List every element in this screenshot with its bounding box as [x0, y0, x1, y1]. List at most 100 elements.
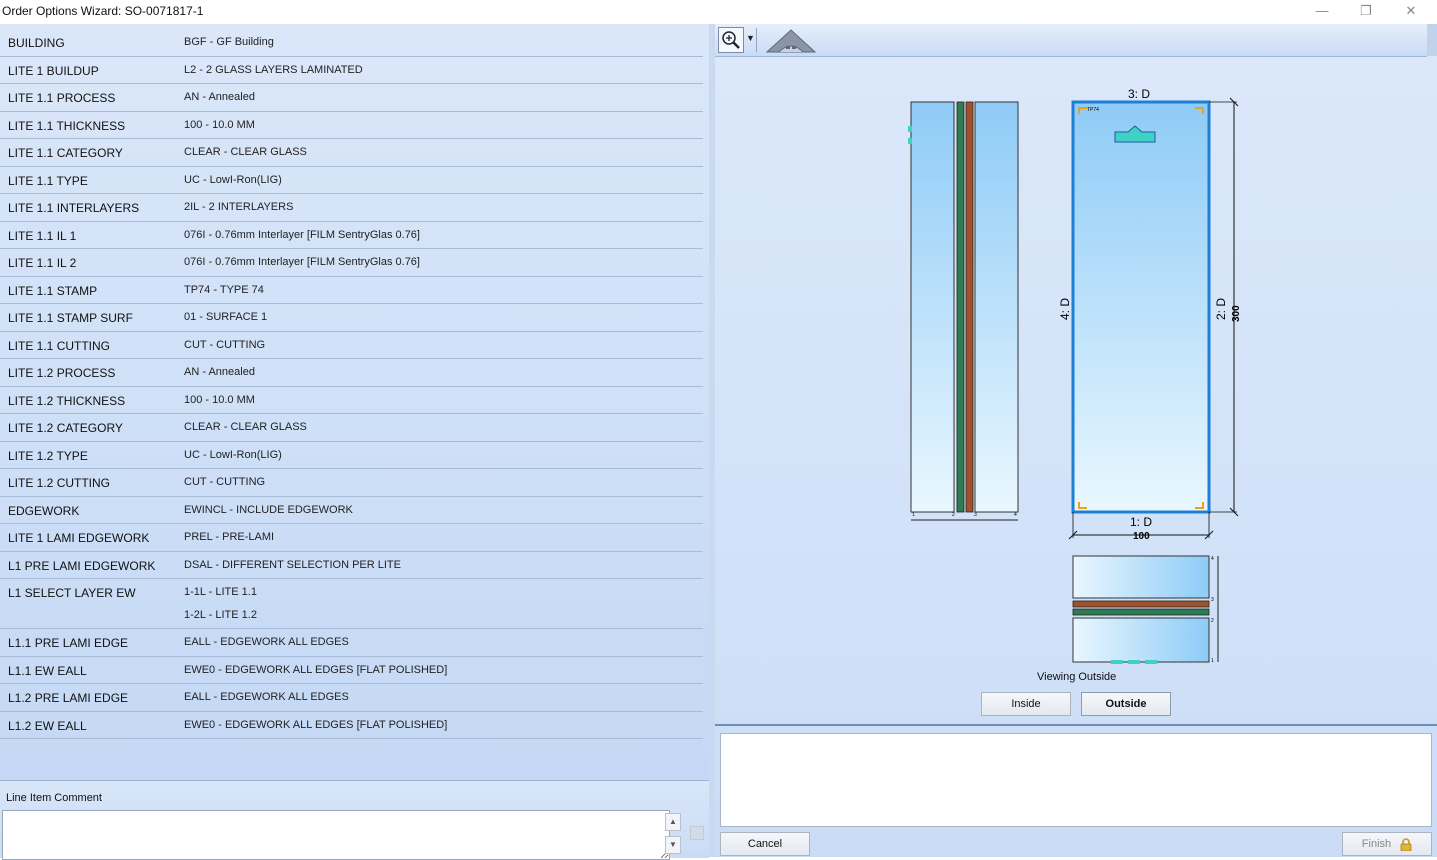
option-value[interactable]: EWE0 - EDGEWORK ALL EDGES [FLAT POLISHED…: [184, 664, 447, 676]
option-value[interactable]: TP74 - TYPE 74: [184, 284, 264, 296]
option-row[interactable]: LITE 1 LAMI EDGEWORK PREL - PRE-LAMI: [0, 523, 703, 552]
option-value[interactable]: BGF - GF Building: [184, 36, 274, 48]
option-row[interactable]: LITE 1.1 CATEGORY CLEAR - CLEAR GLASS: [0, 138, 703, 167]
option-row[interactable]: LITE 1.2 CATEGORY CLEAR - CLEAR GLASS: [0, 413, 703, 442]
front-view: TP74 3: D 1: D 4: D 2: D 300 100: [1058, 87, 1242, 542]
option-value[interactable]: EWE0 - EDGEWORK ALL EDGES [FLAT POLISHED…: [184, 719, 447, 731]
close-button[interactable]: ✕: [1388, 0, 1434, 24]
option-key: L1.2 EW EALL: [8, 718, 87, 733]
side-label-2: 2: [952, 512, 955, 518]
zoom-in-icon: [722, 31, 740, 49]
option-value[interactable]: CUT - CUTTING: [184, 339, 265, 351]
top-label-3: 3: [1211, 597, 1214, 603]
finish-button[interactable]: Finish: [1342, 832, 1432, 856]
option-key: L1.1 EW EALL: [8, 663, 87, 678]
option-row[interactable]: LITE 1.1 PROCESS AN - Annealed: [0, 83, 703, 112]
option-value[interactable]: 100 - 10.0 MM: [184, 119, 255, 131]
option-value[interactable]: 01 - SURFACE 1: [184, 311, 267, 323]
option-key: LITE 1.2 PROCESS: [8, 366, 116, 380]
option-row[interactable]: EDGEWORK EWINCL - INCLUDE EDGEWORK: [0, 496, 703, 524]
edge-top-label: 3: D: [1128, 87, 1150, 101]
option-row[interactable]: L1.1 PRE LAMI EDGE EALL - EDGEWORK ALL ED…: [0, 628, 703, 657]
drawing-panel: ▼ 1 2 3 4 TP74 3: D 1: D 4: D 2: D 300 1…: [715, 24, 1437, 857]
option-value[interactable]: EWINCL - INCLUDE EDGEWORK: [184, 504, 353, 516]
option-key: L1 PRE LAMI EDGEWORK: [8, 558, 156, 573]
chevron-down-icon[interactable]: ▼: [746, 33, 755, 43]
option-value[interactable]: 076I - 0.76mm Interlayer [FILM SentryGla…: [184, 229, 420, 241]
option-row[interactable]: LITE 1 BUILDUP L2 - 2 GLASS LAYERS LAMINA…: [0, 56, 703, 84]
option-key: L1.1 PRE LAMI EDGE: [8, 636, 129, 650]
option-value[interactable]: EALL - EDGEWORK ALL EDGES: [184, 636, 349, 648]
side-label-3: 3: [974, 512, 977, 518]
minimize-button[interactable]: —: [1299, 0, 1345, 24]
option-row[interactable]: LITE 1.1 THICKNESS 100 - 10.0 MM: [0, 111, 703, 139]
option-row[interactable]: LITE 1.1 INTERLAYERS 2IL - 2 INTERLAYERS: [0, 193, 703, 222]
option-row[interactable]: L1 PRE LAMI EDGEWORK DSAL - DIFFERENT SEL…: [0, 551, 703, 579]
option-value[interactable]: UC - LowI-Ron(LIG): [184, 174, 282, 186]
option-row[interactable]: LITE 1.1 IL 1 076I - 0.76mm Interlayer [F…: [0, 221, 703, 249]
option-key: BUILDING: [8, 36, 65, 50]
resize-grip[interactable]: [690, 826, 704, 840]
comment-input[interactable]: [2, 810, 670, 860]
cancel-button[interactable]: Cancel: [720, 832, 810, 856]
option-value[interactable]: 1-2L - LITE 1.2: [184, 609, 257, 621]
option-value[interactable]: UC - LowI-Ron(LIG): [184, 449, 282, 461]
option-key: LITE 1 BUILDUP: [8, 63, 99, 78]
option-key: LITE 1.2 THICKNESS: [8, 393, 126, 408]
option-row[interactable]: LITE 1.1 STAMP TP74 - TYPE 74: [0, 276, 703, 304]
restore-button[interactable]: ❐: [1343, 0, 1389, 24]
outside-button[interactable]: Outside: [1081, 692, 1171, 716]
viewing-label: Viewing Outside: [1037, 671, 1117, 683]
option-value[interactable]: 076I - 0.76mm Interlayer [FILM SentryGla…: [184, 256, 420, 268]
option-value[interactable]: DSAL - DIFFERENT SELECTION PER LITE: [184, 559, 401, 571]
option-key: LITE 1.2 CUTTING: [8, 476, 111, 490]
option-row[interactable]: LITE 1.2 PROCESS AN - Annealed: [0, 358, 703, 387]
option-value[interactable]: AN - Annealed: [184, 91, 255, 103]
option-row[interactable]: LITE 1.1 TYPE UC - LowI-Ron(LIG): [0, 166, 703, 194]
option-value[interactable]: CLEAR - CLEAR GLASS: [184, 421, 307, 433]
scroll-up-button[interactable]: ▲: [665, 813, 681, 831]
option-row[interactable]: L1.2 PRE LAMI EDGE EALL - EDGEWORK ALL ED…: [0, 683, 703, 712]
toolbar-separator: [756, 28, 757, 52]
option-row[interactable]: LITE 1.1 IL 2 076I - 0.76mm Interlayer [F…: [0, 248, 703, 277]
edge-right-label: 2: D: [1214, 298, 1228, 320]
scroll-down-button[interactable]: ▼: [665, 836, 681, 854]
option-value[interactable]: 2IL - 2 INTERLAYERS: [184, 201, 293, 213]
option-value[interactable]: CLEAR - CLEAR GLASS: [184, 146, 307, 158]
option-row[interactable]: L1.2 EW EALL EWE0 - EDGEWORK ALL EDGES [F…: [0, 711, 703, 739]
message-box: [720, 733, 1432, 827]
lock-icon: [1400, 837, 1412, 851]
option-key: LITE 1.1 IL 2: [8, 256, 77, 270]
option-key: LITE 1.1 PROCESS: [8, 91, 116, 105]
option-key: LITE 1.1 STAMP SURF: [8, 311, 133, 325]
option-row[interactable]: LITE 1.2 CUTTING CUT - CUTTING: [0, 468, 703, 497]
option-value[interactable]: EALL - EDGEWORK ALL EDGES: [184, 691, 349, 703]
option-row[interactable]: LITE 1.2 THICKNESS 100 - 10.0 MM: [0, 386, 703, 414]
options-panel: BUILDING BGF - GF Building LITE 1 BUILDUP L…: [0, 24, 710, 780]
toolbar-scrollbar[interactable]: [1427, 24, 1437, 56]
option-value[interactable]: PREL - PRE-LAMI: [184, 531, 274, 543]
option-key: LITE 1.1 CATEGORY: [8, 146, 123, 160]
option-value[interactable]: AN - Annealed: [184, 366, 255, 378]
zoom-button[interactable]: [718, 27, 744, 53]
option-row[interactable]: LITE 1.1 CUTTING CUT - CUTTING: [0, 331, 703, 359]
option-key: EDGEWORK: [8, 503, 80, 518]
option-row[interactable]: L1.1 EW EALL EWE0 - EDGEWORK ALL EDGES [F…: [0, 656, 703, 684]
option-key: LITE 1.2 CATEGORY: [8, 421, 123, 435]
comment-area: Line Item Comment ▲ ▼: [0, 780, 709, 860]
option-value[interactable]: 100 - 10.0 MM: [184, 394, 255, 406]
house-view-icon[interactable]: [765, 26, 817, 54]
top-label-2: 2: [1211, 618, 1214, 624]
option-row[interactable]: LITE 1.2 TYPE UC - LowI-Ron(LIG): [0, 441, 703, 469]
option-row[interactable]: L1 SELECT LAYER EW 1-1L - LITE 1.1 1-2L - …: [0, 578, 703, 629]
option-key: LITE 1.1 STAMP: [8, 283, 98, 298]
option-row[interactable]: BUILDING BGF - GF Building: [0, 28, 703, 57]
option-key: LITE 1.1 INTERLAYERS: [8, 201, 140, 215]
top-label-4: 4: [1211, 556, 1214, 562]
top-section-view: 4 3 2 1: [1072, 555, 1219, 664]
option-value[interactable]: CUT - CUTTING: [184, 476, 265, 488]
option-value[interactable]: L2 - 2 GLASS LAYERS LAMINATED: [184, 64, 363, 76]
option-value[interactable]: 1-1L - LITE 1.1: [184, 586, 257, 598]
option-row[interactable]: LITE 1.1 STAMP SURF 01 - SURFACE 1: [0, 303, 703, 332]
inside-button[interactable]: Inside: [981, 692, 1071, 716]
